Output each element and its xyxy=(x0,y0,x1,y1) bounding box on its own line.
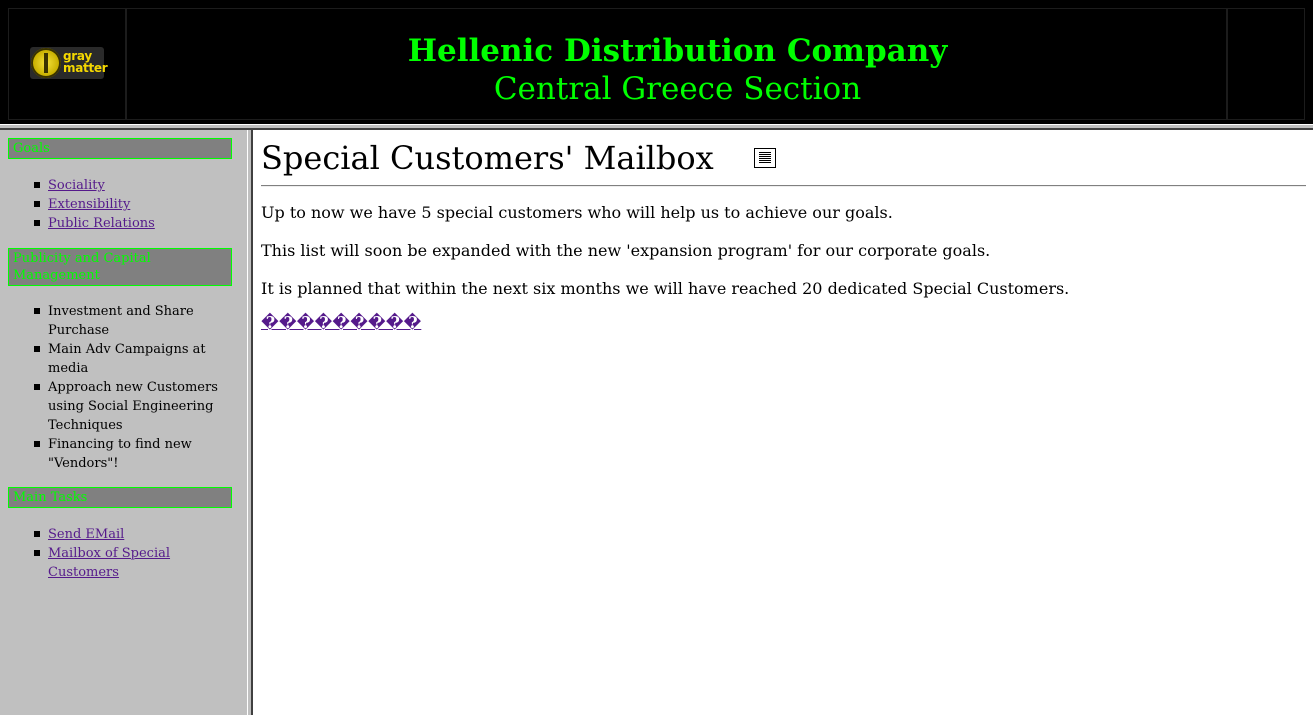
list-item-text: Investment and Share Purchase xyxy=(48,304,194,338)
bullet-icon xyxy=(34,308,40,314)
publicity-list: Investment and Share Purchase Main Adv C… xyxy=(34,302,230,473)
logo-cell: gray matter xyxy=(8,8,126,120)
bullet-icon xyxy=(34,531,40,537)
bullet-icon xyxy=(34,201,40,207)
link-mailbox-special-customers[interactable]: Mailbox of Special Customers xyxy=(48,546,170,580)
back-link[interactable]: ��������� xyxy=(261,313,421,333)
bullet-icon xyxy=(34,441,40,447)
list-item: Main Adv Campaigns at media xyxy=(34,340,230,378)
list-item-text: Main Adv Campaigns at media xyxy=(48,342,206,376)
list-item: Sociality xyxy=(34,176,230,195)
sidebar-heading-main-tasks: Main Tasks xyxy=(8,487,232,508)
bullet-icon xyxy=(34,182,40,188)
list-item: Send EMail xyxy=(34,525,230,544)
title-cell: Hellenic Distribution Company Central Gr… xyxy=(126,8,1227,120)
bullet-icon xyxy=(34,220,40,226)
tasks-list: Send EMail Mailbox of Special Customers xyxy=(34,525,230,582)
list-item-text: Approach new Customers using Social Engi… xyxy=(48,380,218,433)
bullet-icon xyxy=(34,346,40,352)
sidebar-heading-publicity: Publicity and Capital Management xyxy=(8,248,232,286)
header-right-cell xyxy=(1227,8,1305,120)
notepad-icon xyxy=(754,148,776,168)
header-frame: gray matter Hellenic Distribution Compan… xyxy=(0,0,1313,124)
link-extensibility[interactable]: Extensibility xyxy=(48,197,130,212)
section-name: Central Greece Section xyxy=(493,71,862,107)
logo-text-matter: matter xyxy=(63,61,108,75)
link-public-relations[interactable]: Public Relations xyxy=(48,216,155,231)
bullet-icon xyxy=(34,384,40,390)
company-name: Hellenic Distribution Company xyxy=(407,33,948,69)
list-item: Public Relations xyxy=(34,214,230,233)
link-sociality[interactable]: Sociality xyxy=(48,178,105,193)
list-item: Mailbox of Special Customers xyxy=(34,544,230,582)
sidebar-heading-goals: Goals xyxy=(8,138,232,159)
list-item: Financing to find new "Vendors"! xyxy=(34,435,230,473)
link-send-email[interactable]: Send EMail xyxy=(48,527,124,542)
list-item-text: Financing to find new "Vendors"! xyxy=(48,437,192,471)
list-item: Approach new Customers using Social Engi… xyxy=(34,378,230,435)
logo-emblem-icon xyxy=(31,48,61,78)
goals-list: Sociality Extensibility Public Relations xyxy=(34,176,230,233)
list-item: Extensibility xyxy=(34,195,230,214)
bullet-icon xyxy=(34,550,40,556)
paragraph-2: This list will soon be expanded with the… xyxy=(261,241,991,260)
page-title: Special Customers' Mailbox xyxy=(261,139,714,177)
gray-matter-logo-icon: gray matter xyxy=(30,47,108,79)
list-item: Investment and Share Purchase xyxy=(34,302,230,340)
paragraph-1: Up to now we have 5 special customers wh… xyxy=(261,203,893,222)
paragraph-3: It is planned that within the next six m… xyxy=(261,279,1070,298)
main-frame: Special Customers' Mailbox Up to now we … xyxy=(253,130,1313,715)
title-divider xyxy=(261,185,1306,187)
sidebar-frame: Goals Sociality Extensibility Public Rel… xyxy=(0,130,247,715)
